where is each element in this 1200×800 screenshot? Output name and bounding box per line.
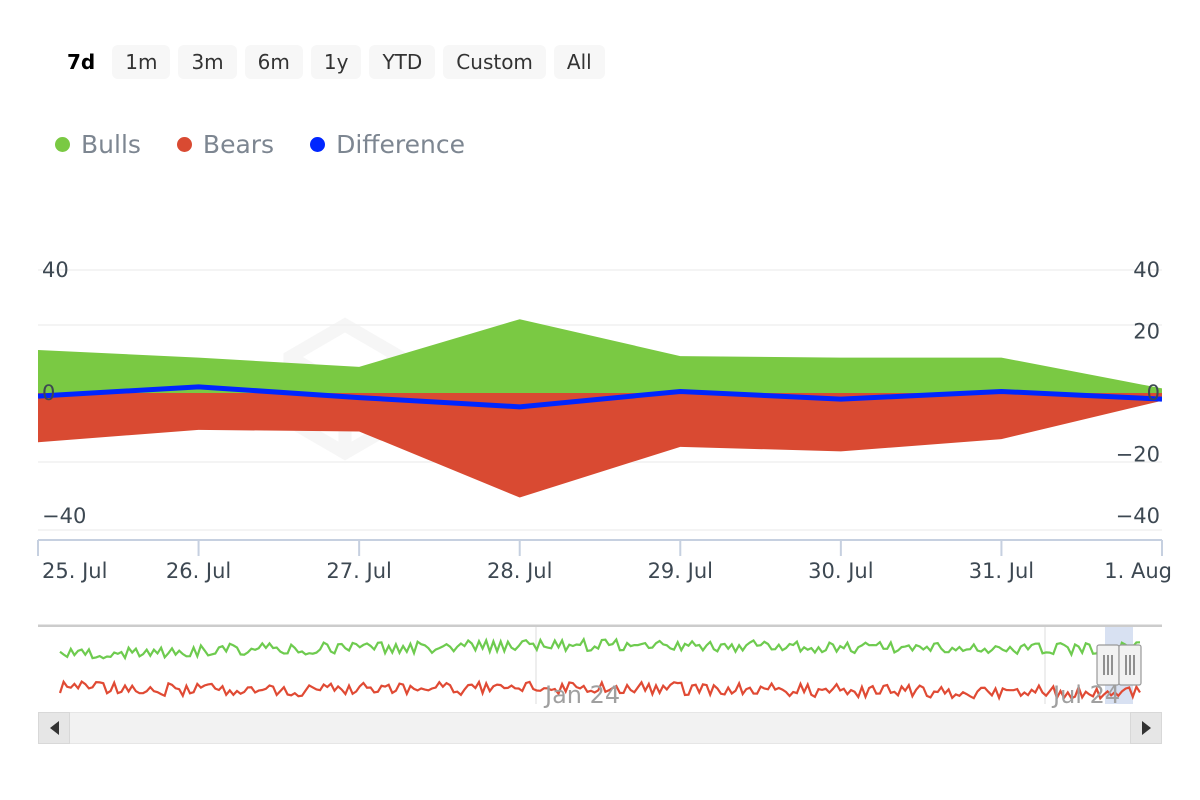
x-axis-label: 1. Aug xyxy=(1104,559,1172,583)
series-area-bulls xyxy=(38,319,1162,393)
navigator[interactable]: Jan 24 Jul 24 xyxy=(38,624,1162,709)
x-axis-label: 25. Jul xyxy=(42,559,107,583)
chart-area: 25. Jul 26. Jul 27. Jul 28. Jul 29. Jul 30. J… xyxy=(0,0,1200,800)
x-axis-label: 29. Jul xyxy=(648,559,713,583)
y-axis-left-label: 0 xyxy=(42,381,55,405)
y-axis-left-label: 40 xyxy=(42,258,69,282)
x-axis: 25. Jul 26. Jul 27. Jul 28. Jul 29. Jul 30. J… xyxy=(37,539,1172,583)
y-axis-right-label: 0 xyxy=(1147,381,1160,405)
navigator-label-jan24: Jan 24 xyxy=(543,681,620,709)
scrollbar-right-arrow-button[interactable] xyxy=(1130,712,1162,744)
y-axis-left-label: −40 xyxy=(42,504,86,528)
x-axis-label: 31. Jul xyxy=(969,559,1034,583)
x-axis-label: 28. Jul xyxy=(487,559,552,583)
scrollbar-left-arrow-button[interactable] xyxy=(38,712,70,744)
y-axis-right-label: −20 xyxy=(1116,443,1160,467)
x-axis-label: 27. Jul xyxy=(326,559,391,583)
navigator-handle-left[interactable] xyxy=(1096,644,1120,686)
y-axis-right-label: −40 xyxy=(1116,504,1160,528)
y-axis-right-label: 40 xyxy=(1133,258,1160,282)
x-axis-label: 30. Jul xyxy=(808,559,873,583)
scrollbar-track[interactable] xyxy=(38,712,1162,744)
triangle-left-icon xyxy=(49,721,59,735)
chart-svg: 25. Jul 26. Jul 27. Jul 28. Jul 29. Jul 30. J… xyxy=(37,258,1172,709)
series-area-bears xyxy=(38,393,1162,498)
triangle-right-icon xyxy=(1141,721,1151,735)
x-axis-label: 26. Jul xyxy=(166,559,231,583)
y-axis-right-label: 20 xyxy=(1133,320,1160,344)
series-group xyxy=(38,319,1162,498)
navigator-scrollbar[interactable] xyxy=(38,712,1162,744)
navigator-handle-right[interactable] xyxy=(1118,644,1142,686)
